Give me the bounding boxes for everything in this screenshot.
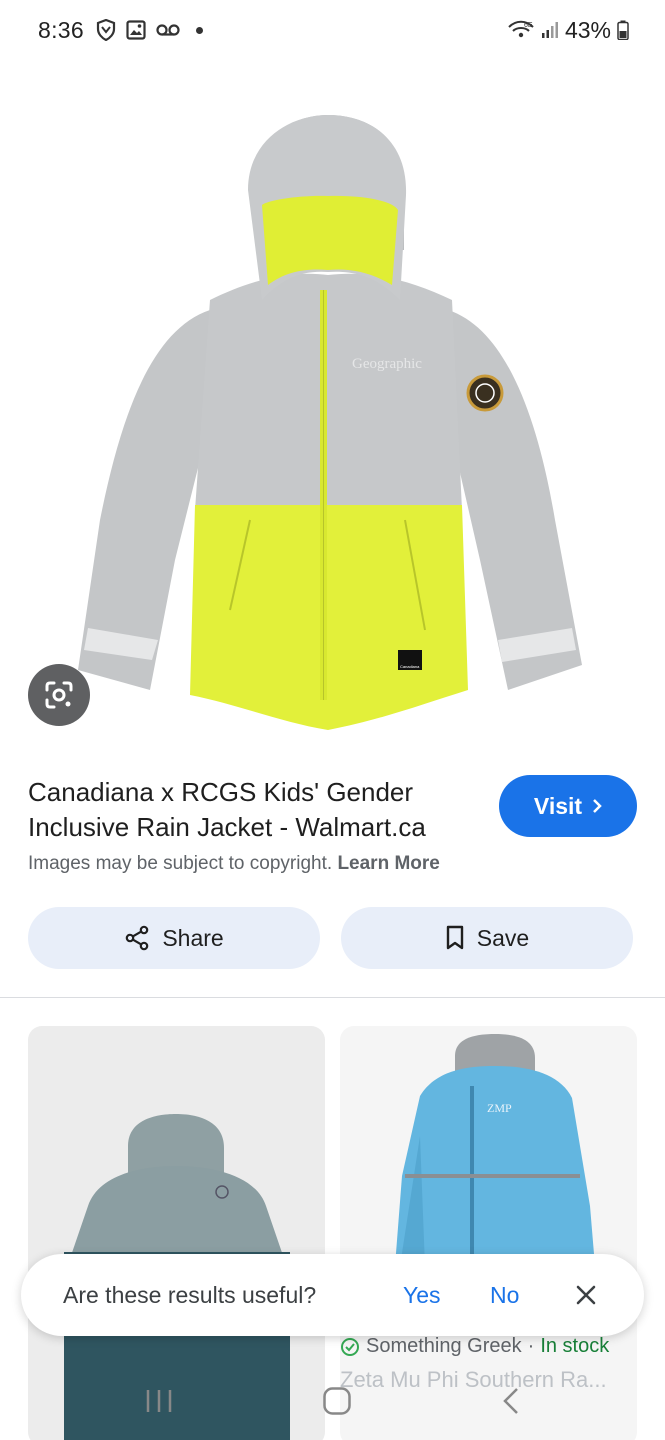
divider [0, 997, 665, 998]
related-source: Something Greek · In stock [340, 1335, 609, 1358]
status-time: 8:36 [38, 16, 84, 43]
battery-icon [617, 20, 629, 40]
feedback-question: Are these results useful? [63, 1281, 317, 1308]
store-name: Something Greek [366, 1335, 522, 1357]
network-label: 6E [524, 22, 533, 29]
notification-dot [195, 26, 203, 34]
signal-icon [541, 22, 558, 38]
google-lens-button[interactable] [28, 664, 90, 726]
feedback-yes-button[interactable]: Yes [403, 1282, 441, 1309]
separator: · [527, 1335, 535, 1357]
visit-button[interactable]: Visit [499, 775, 637, 837]
save-button[interactable]: Save [341, 907, 633, 969]
back-icon[interactable] [501, 1386, 521, 1416]
feedback-no-button[interactable]: No [490, 1282, 519, 1309]
store-favicon-icon [341, 1337, 359, 1356]
copyright-notice: Images may be subject to copyright. Lear… [28, 853, 440, 875]
share-icon [126, 925, 149, 951]
image-icon [126, 20, 146, 40]
share-label: Share [162, 924, 224, 951]
battery-percent: 43% [564, 16, 611, 43]
status-bar: 8:36 6E 43% [0, 0, 665, 60]
copyright-text: Images may be subject to copyright. [28, 853, 333, 874]
chevron-right-icon [593, 799, 602, 813]
share-button[interactable]: Share [28, 907, 320, 969]
stock-status: In stock [540, 1335, 610, 1357]
google-lens-icon [45, 681, 73, 709]
bookmark-icon [446, 925, 463, 950]
system-nav-bar [0, 1362, 665, 1440]
visit-label: Visit [533, 792, 583, 819]
home-icon[interactable] [322, 1386, 352, 1416]
feedback-bar: Are these results useful? Yes No [21, 1254, 644, 1336]
close-icon [576, 1285, 596, 1305]
learn-more-link[interactable]: Learn More [337, 853, 439, 874]
voicemail-icon [156, 24, 180, 36]
recent-apps-icon[interactable] [144, 1387, 174, 1415]
wifi-icon: 6E [508, 20, 534, 38]
shield-icon [96, 19, 116, 41]
save-label: Save [476, 924, 530, 951]
tag-text: Canadiana [400, 664, 420, 669]
result-title[interactable]: Canadiana x RCGS Kids' Gender Inclusive … [28, 775, 488, 845]
jacket-logo-text: Geographic [352, 356, 422, 372]
hero-image[interactable]: Geographic Canadiana [0, 62, 665, 752]
close-button[interactable] [573, 1282, 599, 1308]
jacket-print-text: ZMP [487, 1101, 512, 1115]
rain-jacket-image: Geographic Canadiana [78, 115, 582, 730]
